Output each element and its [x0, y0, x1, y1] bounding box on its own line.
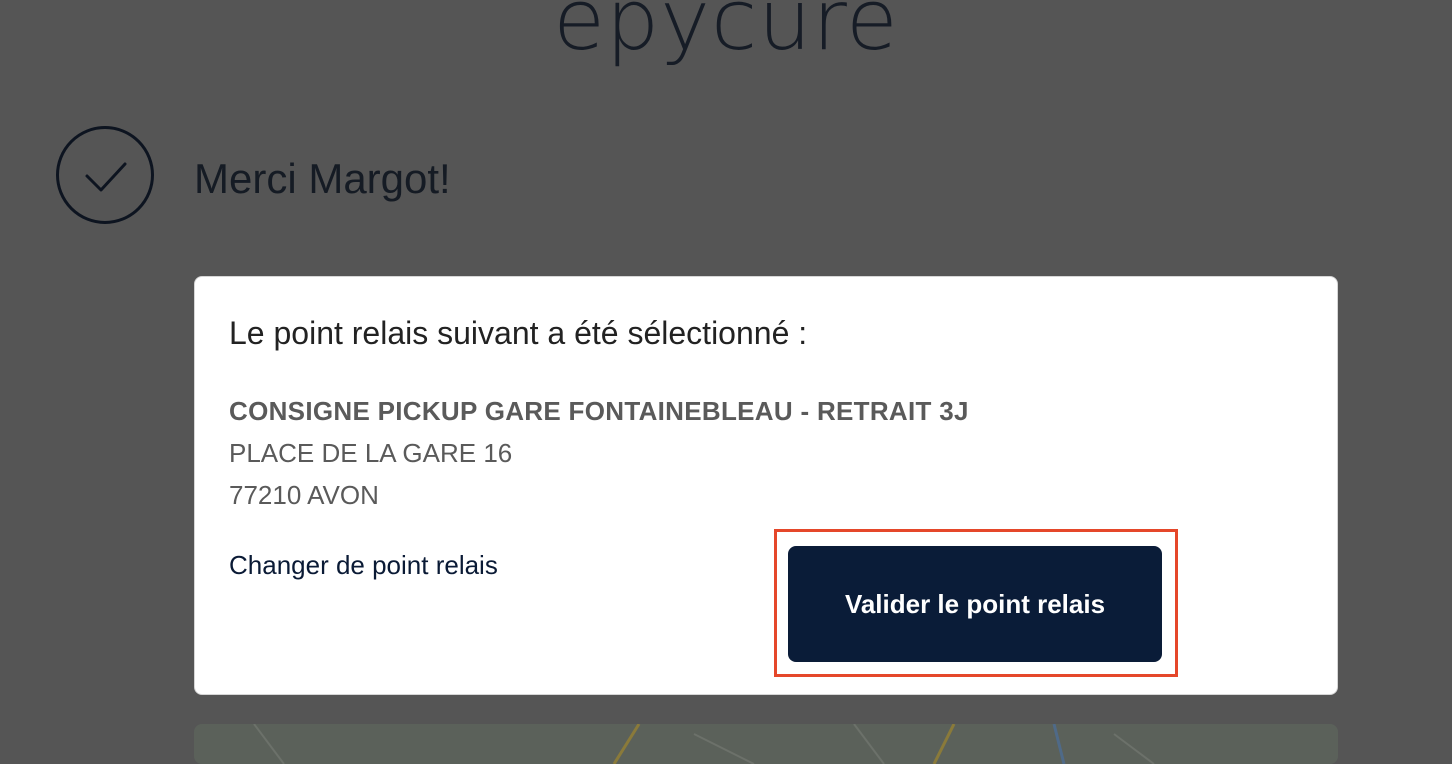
map-preview[interactable]: [194, 724, 1338, 764]
relay-point-city: 77210 AVON: [229, 480, 379, 510]
check-circle-icon: [56, 126, 154, 224]
relay-point-name: CONSIGNE PICKUP GARE FONTAINEBLEAU - RET…: [229, 396, 969, 426]
change-relay-point-link[interactable]: Changer de point relais: [229, 549, 498, 581]
epycure-logo: epycure: [553, 0, 899, 69]
validate-relay-point-button[interactable]: Valider le point relais: [788, 546, 1162, 662]
relay-point-street: PLACE DE LA GARE 16: [229, 438, 513, 468]
relay-card-title: Le point relais suivant a été sélectionn…: [229, 315, 808, 351]
relay-point-card: Le point relais suivant a été sélectionn…: [194, 276, 1338, 695]
thank-you-message: Merci Margot!: [194, 155, 451, 202]
